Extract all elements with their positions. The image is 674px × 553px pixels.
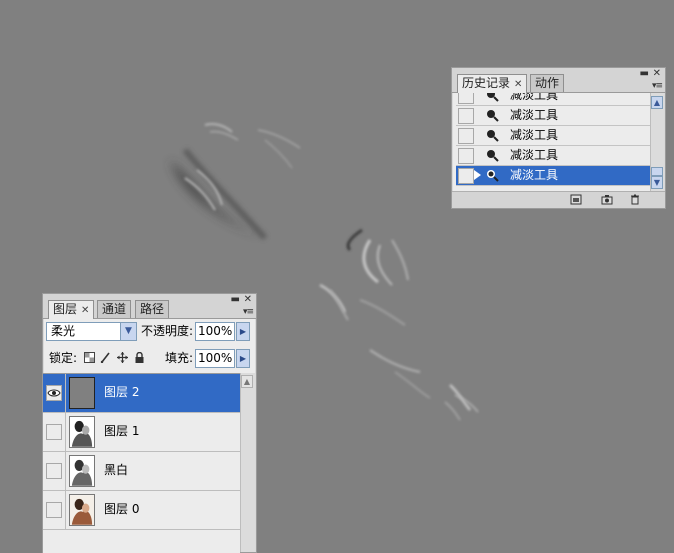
layer-row[interactable]: 图层 2: [43, 374, 240, 413]
history-state[interactable]: 减淡工具: [456, 146, 650, 166]
lock-image-icon[interactable]: [100, 352, 111, 363]
history-panel: ▬ ✕ 历史记录 ✕ 动作 ▾≡ 减淡工具 减淡工具 减淡工具 减淡工具 减淡工…: [451, 67, 666, 209]
history-state-label: 减淡工具: [510, 93, 559, 102]
dodge-tool-icon: [487, 150, 499, 162]
layer-row[interactable]: 黑白: [43, 452, 240, 491]
visibility-toggle[interactable]: [46, 424, 62, 440]
minimize-icon[interactable]: ▬: [640, 69, 649, 79]
fill-slider-arrow-icon[interactable]: ▶: [236, 349, 250, 368]
scroll-up-icon[interactable]: ▲: [651, 96, 663, 109]
history-list: 减淡工具 减淡工具 减淡工具 减淡工具 减淡工具: [456, 93, 650, 191]
layers-tab-bar: ▬ ✕ 图层 ✕ 通道 路径 ▾≡: [43, 294, 256, 319]
layers-scrollbar[interactable]: ▲: [240, 373, 255, 552]
fill-value: 100%: [198, 351, 233, 365]
tab-layers[interactable]: 图层 ✕: [48, 300, 95, 319]
dodge-tool-icon: [487, 110, 499, 122]
tab-actions[interactable]: 动作: [530, 74, 565, 92]
history-state-label: 减淡工具: [510, 148, 559, 162]
layers-panel: ▬ ✕ 图层 ✕ 通道 路径 ▾≡ 柔光 ▼ 不透明度: 100% ▶ 锁定: 填…: [42, 293, 257, 553]
history-state-pointer-icon[interactable]: [474, 170, 481, 180]
history-source-checkbox[interactable]: [458, 93, 474, 104]
snapshot-camera-icon[interactable]: [601, 194, 613, 205]
trash-icon[interactable]: [629, 194, 641, 205]
column-divider: [65, 374, 66, 412]
tab-label: 动作: [535, 76, 560, 90]
history-state[interactable]: 减淡工具: [456, 106, 650, 126]
tab-paths[interactable]: 路径: [135, 300, 170, 318]
tab-close-icon[interactable]: ✕: [514, 79, 522, 90]
opacity-field[interactable]: 100%: [195, 322, 235, 341]
layer-name: 图层 0: [104, 502, 140, 516]
tab-label: 图层: [53, 302, 78, 316]
eye-icon: [47, 389, 61, 397]
tab-history[interactable]: 历史记录 ✕: [457, 74, 528, 93]
layer-row[interactable]: 图层 0: [43, 491, 240, 530]
tab-channels[interactable]: 通道: [97, 300, 132, 318]
history-tab-bar: ▬ ✕ 历史记录 ✕ 动作 ▾≡: [452, 68, 665, 93]
opacity-slider-arrow-icon[interactable]: ▶: [236, 322, 250, 341]
blend-row: 柔光 ▼ 不透明度: 100% ▶: [43, 319, 256, 343]
layers-list: 图层 2 图层 1 黑白 图层 0: [43, 373, 240, 553]
fill-label: 填充:: [165, 351, 194, 365]
close-icon[interactable]: ✕: [244, 295, 252, 305]
scrollbar-thumb[interactable]: [651, 167, 663, 176]
panel-menu-icon[interactable]: ▾≡: [243, 307, 254, 317]
layer-name: 黑白: [104, 463, 129, 477]
chevron-down-icon[interactable]: ▼: [120, 323, 136, 340]
minimize-icon[interactable]: ▬: [231, 295, 240, 305]
history-source-checkbox[interactable]: [458, 108, 474, 124]
layer-thumbnail: [69, 455, 95, 487]
history-source-checkbox[interactable]: [458, 168, 474, 184]
column-divider: [65, 491, 66, 529]
close-icon[interactable]: ✕: [653, 69, 661, 79]
history-state-label: 减淡工具: [510, 108, 559, 122]
lock-position-icon[interactable]: [117, 352, 128, 363]
blend-mode-select[interactable]: 柔光 ▼: [46, 322, 137, 341]
history-state-label: 减淡工具: [510, 168, 559, 182]
history-state-label: 减淡工具: [510, 128, 559, 142]
layer-row[interactable]: 图层 1: [43, 413, 240, 452]
history-source-checkbox[interactable]: [458, 128, 474, 144]
history-state-current[interactable]: 减淡工具: [456, 166, 650, 186]
lock-all-icon[interactable]: [134, 352, 145, 363]
layer-thumbnail: [69, 494, 95, 526]
history-scrollbar[interactable]: ▲ ▼: [650, 93, 664, 191]
layer-name: 图层 1: [104, 424, 140, 438]
history-source-checkbox[interactable]: [458, 148, 474, 164]
layer-name: 图层 2: [104, 385, 140, 399]
dodge-tool-icon: [487, 130, 499, 142]
column-divider: [65, 413, 66, 451]
tab-label: 通道: [102, 302, 127, 316]
lock-label: 锁定:: [49, 351, 78, 365]
fill-field[interactable]: 100%: [195, 349, 235, 368]
tab-label: 路径: [140, 302, 165, 316]
visibility-toggle[interactable]: [46, 502, 62, 518]
layer-thumbnail: [69, 416, 95, 448]
panel-menu-icon[interactable]: ▾≡: [652, 81, 663, 91]
tab-label: 历史记录: [462, 76, 511, 90]
layer-thumbnail: [69, 377, 95, 409]
opacity-value: 100%: [198, 324, 233, 338]
blend-mode-value: 柔光: [51, 324, 76, 338]
dodge-tool-icon: [487, 93, 499, 102]
visibility-toggle[interactable]: [46, 385, 62, 401]
visibility-toggle[interactable]: [46, 463, 62, 479]
history-state[interactable]: 减淡工具: [456, 126, 650, 146]
scroll-up-icon[interactable]: ▲: [241, 375, 253, 388]
history-footer: [452, 191, 665, 208]
tab-close-icon[interactable]: ✕: [81, 305, 89, 316]
lock-row: 锁定: 填充: 100% ▶: [43, 346, 256, 370]
lock-transparency-icon[interactable]: [84, 352, 95, 363]
scroll-down-icon[interactable]: ▼: [651, 176, 663, 189]
dodge-tool-icon: [487, 170, 499, 182]
column-divider: [65, 452, 66, 490]
opacity-label: 不透明度:: [141, 324, 194, 338]
history-state[interactable]: 减淡工具: [456, 93, 650, 106]
new-document-from-state-icon[interactable]: [570, 194, 582, 205]
